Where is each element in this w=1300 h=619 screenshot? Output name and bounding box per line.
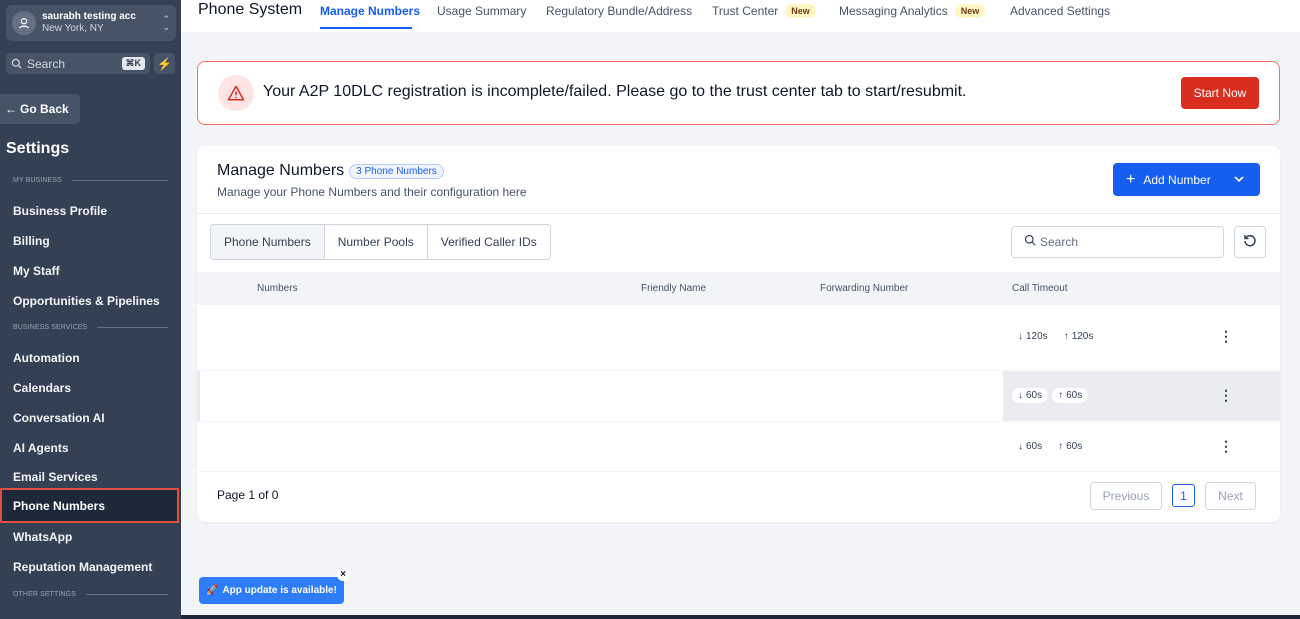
card-title: Manage Numbers: [217, 162, 345, 179]
sidebar-item-conversation-ai[interactable]: Conversation AI: [13, 411, 105, 425]
inbound-timeout: ↓ 60s: [1012, 388, 1049, 403]
more-options-icon[interactable]: ⋮: [1218, 329, 1234, 343]
inbound-timeout: ↓ 120s: [1012, 329, 1054, 344]
page-number-button[interactable]: 1: [1172, 484, 1195, 507]
inbound-timeout: ↓ 60s: [1012, 439, 1049, 454]
sidebar-item-whatsapp[interactable]: WhatsApp: [13, 530, 72, 544]
plus-icon: +: [1126, 170, 1136, 188]
table-row[interactable]: ↓ 60s ↑ 60s ⋮: [197, 422, 1280, 472]
active-tab-indicator: [320, 27, 412, 29]
app-update-text: App update is available!: [222, 585, 337, 596]
column-forwarding-number: Forwarding Number: [820, 283, 909, 294]
number-type-tabs: Phone Numbers Number Pools Verified Call…: [210, 224, 551, 260]
go-back-label: Go Back: [20, 102, 69, 116]
table-header: Numbers Friendly Name Forwarding Number …: [197, 272, 1280, 305]
sidebar-item-billing[interactable]: Billing: [13, 234, 50, 248]
account-switcher[interactable]: saurabh testing acc New York, NY ⌃ ⌄: [6, 5, 176, 41]
manage-numbers-card: Manage Numbers 3 Phone Numbers Manage yo…: [197, 146, 1280, 522]
refresh-icon: [1242, 232, 1258, 253]
tab-verified-caller-ids[interactable]: Verified Caller IDs: [427, 225, 550, 259]
section-business-services: BUSINESS SERVICES: [13, 324, 168, 331]
search-input[interactable]: [1040, 235, 1210, 249]
window-edge: [181, 615, 1300, 619]
section-my-business: MY BUSINESS: [13, 177, 168, 184]
tab-phone-numbers[interactable]: Phone Numbers: [211, 225, 325, 259]
new-badge: New: [785, 4, 816, 18]
table-search: [1011, 226, 1224, 258]
registration-alert: Your A2P 10DLC registration is incomplet…: [197, 61, 1280, 125]
chevron-updown-icon: ⌃ ⌄: [162, 14, 170, 32]
account-icon: [12, 11, 36, 35]
shortcut-badge: ⌘K: [121, 57, 145, 70]
bolt-icon[interactable]: ⚡: [154, 53, 175, 74]
sidebar-item-my-staff[interactable]: My Staff: [13, 264, 60, 278]
sidebar-search-placeholder: Search: [27, 56, 66, 71]
chevron-down-icon[interactable]: [1233, 173, 1245, 188]
alert-message: Your A2P 10DLC registration is incomplet…: [263, 83, 967, 100]
app-update-toast[interactable]: 🚀 App update is available!: [199, 577, 344, 604]
arrow-left-icon: ←: [5, 102, 17, 116]
table-row[interactable]: ↓ 120s ↑ 120s ⋮: [197, 305, 1280, 371]
refresh-button[interactable]: [1234, 226, 1266, 258]
outbound-timeout: ↑ 60s: [1052, 439, 1089, 454]
account-location: New York, NY: [42, 23, 104, 34]
sidebar-item-reputation[interactable]: Reputation Management: [13, 560, 152, 574]
rocket-icon: 🚀: [206, 585, 219, 596]
previous-button[interactable]: Previous: [1090, 482, 1162, 510]
card-subtitle: Manage your Phone Numbers and their conf…: [217, 185, 527, 199]
call-timeout: ↓ 60s ↑ 60s: [1012, 439, 1089, 454]
start-now-button[interactable]: Start Now: [1181, 77, 1259, 109]
divider: [197, 213, 1280, 214]
outbound-timeout: ↑ 60s: [1052, 388, 1089, 403]
account-name: saurabh testing acc: [42, 11, 136, 22]
table-row[interactable]: ↓ 60s ↑ 60s ⋮: [197, 371, 1280, 422]
more-options-icon[interactable]: ⋮: [1218, 388, 1234, 402]
new-badge: New: [954, 4, 986, 18]
outbound-timeout: ↑ 120s: [1057, 329, 1100, 344]
section-other-settings: OTHER SETTINGS: [13, 591, 168, 598]
close-icon[interactable]: ×: [337, 569, 349, 581]
sidebar-title: Settings: [6, 140, 70, 157]
next-button[interactable]: Next: [1205, 482, 1256, 510]
more-options-icon[interactable]: ⋮: [1218, 439, 1234, 453]
sidebar: saurabh testing acc New York, NY ⌃ ⌄ Sear…: [0, 0, 181, 619]
tab-regulatory-bundle[interactable]: Regulatory Bundle/Address: [546, 4, 692, 18]
call-timeout: ↓ 60s ↑ 60s: [1012, 388, 1089, 403]
sidebar-item-phone-numbers[interactable]: Phone Numbers: [0, 488, 179, 523]
page-info: Page 1 of 0: [217, 488, 279, 502]
go-back-button[interactable]: ← Go Back: [0, 94, 80, 124]
tab-trust-center[interactable]: Trust Center New: [712, 4, 816, 18]
add-number-label: Add Number: [1143, 172, 1211, 187]
sidebar-search[interactable]: Search ⌘K: [6, 53, 150, 74]
sidebar-item-opportunities[interactable]: Opportunities & Pipelines: [13, 294, 160, 308]
tab-manage-numbers[interactable]: Manage Numbers: [320, 4, 420, 18]
add-number-button[interactable]: + Add Number: [1113, 163, 1260, 196]
top-header: Phone System Manage Numbers Usage Summar…: [181, 0, 1300, 32]
page-title: Phone System: [198, 1, 303, 18]
call-timeout: ↓ 120s ↑ 120s: [1012, 329, 1100, 344]
search-icon: [11, 58, 22, 69]
warning-icon: [218, 75, 254, 111]
column-numbers: Numbers: [257, 283, 298, 294]
sidebar-item-calendars[interactable]: Calendars: [13, 381, 71, 395]
tab-advanced-settings[interactable]: Advanced Settings: [1010, 4, 1110, 18]
sidebar-item-automation[interactable]: Automation: [13, 351, 80, 365]
sidebar-item-business-profile[interactable]: Business Profile: [13, 204, 107, 218]
column-call-timeout: Call Timeout: [1012, 283, 1068, 294]
tab-number-pools[interactable]: Number Pools: [324, 225, 428, 259]
phone-count-badge: 3 Phone Numbers: [349, 163, 444, 179]
tab-usage-summary[interactable]: Usage Summary: [437, 4, 526, 18]
tab-messaging-analytics[interactable]: Messaging Analytics New: [839, 4, 986, 18]
sidebar-item-email-services[interactable]: Email Services: [13, 470, 98, 484]
sidebar-item-ai-agents[interactable]: AI Agents: [13, 441, 69, 455]
search-icon: [1024, 233, 1036, 251]
column-friendly-name: Friendly Name: [641, 283, 707, 294]
